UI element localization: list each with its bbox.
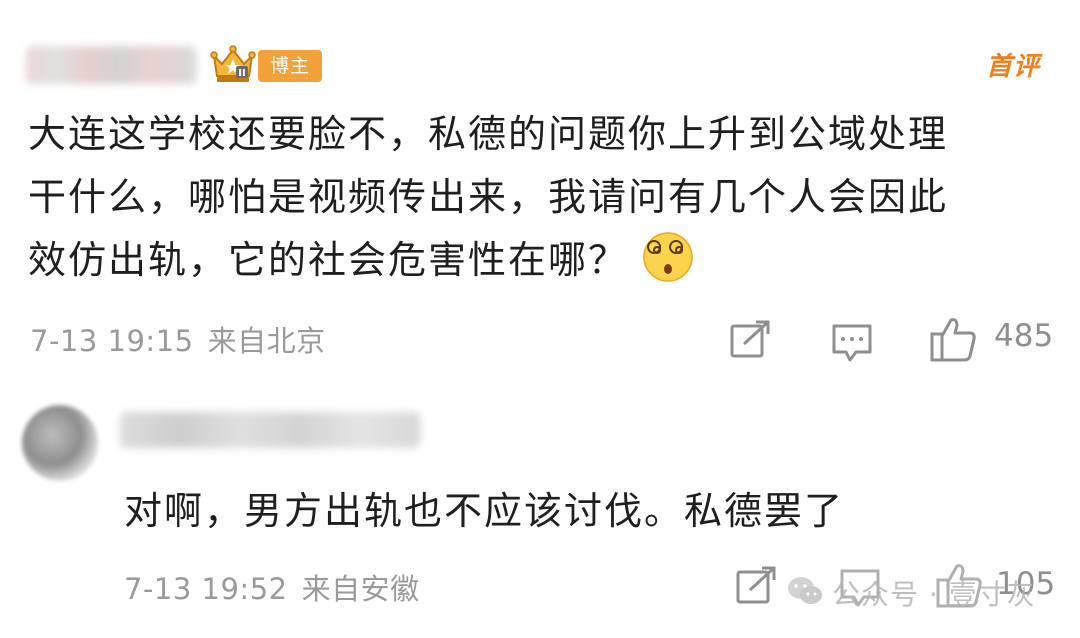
like-count: 485	[994, 318, 1054, 354]
avatar[interactable]	[22, 405, 98, 481]
comment-line: 大连这学校还要脸不，私德的问题你上升到公域处理	[28, 112, 949, 156]
watermark-text: 公众号 · 壹寸灰	[832, 578, 1036, 611]
crown-level-icon: II	[210, 45, 256, 82]
reply-location: 来自安徽	[301, 572, 420, 606]
comment-line: 效仿出轨，它的社会危害性在哪？	[28, 229, 1068, 292]
share-icon[interactable]	[728, 318, 772, 362]
dizzy-face-emoji-icon	[643, 231, 693, 282]
comment-meta: 7-13 19:15 来自北京	[30, 318, 326, 360]
comment-body: 大连这学校还要脸不，私德的问题你上升到公域处理 干什么，哪怕是视频传出来，我请问…	[28, 103, 1068, 292]
blurred-username[interactable]	[120, 412, 420, 448]
reply-meta: 7-13 19:52 来自安徽	[124, 566, 420, 608]
wechat-logo-icon	[788, 577, 822, 604]
comment-line-text: 效仿出轨，它的社会危害性在哪？	[28, 238, 629, 282]
reply-timestamp: 7-13 19:52	[124, 572, 288, 606]
comment-location: 来自北京	[207, 324, 326, 358]
svg-text:II: II	[238, 68, 245, 79]
reply-comment-icon[interactable]	[830, 320, 874, 364]
reply-body: 对啊，男方出轨也不应该讨伐。私德罢了	[124, 489, 845, 533]
share-icon[interactable]	[734, 564, 778, 608]
blogger-badge: 博主	[258, 50, 323, 82]
first-comment-tag: 首评	[986, 52, 1041, 82]
blurred-username[interactable]	[26, 46, 196, 84]
comment-timestamp: 7-13 19:15	[30, 324, 194, 358]
comment-line: 干什么，哪怕是视频传出来，我请问有几个人会因此	[28, 175, 949, 219]
like-thumbs-up-icon[interactable]	[929, 314, 979, 364]
